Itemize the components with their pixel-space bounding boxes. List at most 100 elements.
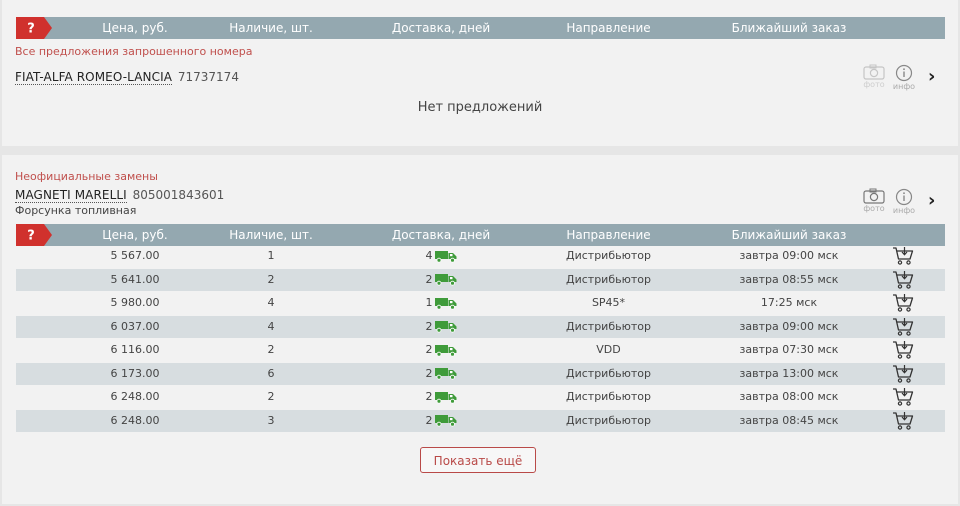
offer-stock: 4 bbox=[267, 319, 275, 333]
add-to-cart-icon[interactable] bbox=[892, 270, 914, 290]
part-title: MAGNETI MARELLI 805001843601 bbox=[15, 188, 224, 203]
offer-direction: Дистрибьютор bbox=[566, 272, 651, 286]
header-price[interactable]: Цена, руб. bbox=[80, 224, 190, 246]
offers-table-header: ? Цена, руб. Наличие, шт. Доставка, дней… bbox=[16, 224, 945, 246]
add-to-cart-icon[interactable] bbox=[892, 246, 914, 266]
offer-stock: 1 bbox=[267, 249, 275, 262]
header-stock[interactable]: Наличие, шт. bbox=[216, 17, 326, 39]
photo-action[interactable]: фото bbox=[861, 188, 887, 213]
offer-price: 6 037.00 bbox=[110, 319, 160, 333]
help-badge[interactable]: ? bbox=[16, 17, 52, 39]
delivery-days: 2 bbox=[425, 366, 433, 380]
add-to-cart-icon[interactable] bbox=[892, 317, 914, 337]
header-nearest-order[interactable]: Ближайший заказ bbox=[719, 224, 859, 246]
photo-label: фото bbox=[863, 80, 885, 89]
photo-label: фото bbox=[863, 204, 885, 213]
offer-price: 6 248.00 bbox=[110, 413, 160, 427]
offer-row[interactable]: 5 641.00 2 2 Дистрибьютор завтра 08:55 м… bbox=[16, 268, 945, 291]
offer-row[interactable]: 6 248.00 2 2 Дистрибьютор завтра 08:00 м… bbox=[16, 386, 945, 408]
offer-nearest-order: завтра 08:55 мск bbox=[739, 272, 839, 286]
add-to-cart-icon[interactable] bbox=[892, 340, 914, 360]
offer-price: 6 116.00 bbox=[110, 343, 160, 356]
offer-stock: 2 bbox=[267, 343, 275, 356]
truck-icon bbox=[434, 320, 457, 333]
camera-icon bbox=[861, 188, 887, 204]
svg-text:?: ? bbox=[27, 229, 35, 244]
add-to-cart-icon[interactable] bbox=[892, 364, 914, 384]
offer-price: 6 248.00 bbox=[110, 390, 160, 403]
header-nearest-order[interactable]: Ближайший заказ bbox=[719, 17, 859, 39]
offer-delivery: 4 bbox=[376, 245, 506, 267]
section-note: Неофициальные замены bbox=[15, 170, 158, 183]
info-action[interactable]: инфо bbox=[891, 64, 917, 91]
offer-nearest-order: 17:25 мск bbox=[760, 296, 818, 309]
offer-row[interactable]: 6 248.00 3 2 Дистрибьютор завтра 08:45 м… bbox=[16, 409, 945, 432]
delivery-days: 4 bbox=[425, 249, 433, 262]
offer-row[interactable]: 5 980.00 4 1 SP45* 17:25 мск bbox=[16, 292, 945, 314]
offer-stock: 3 bbox=[267, 413, 275, 427]
svg-text:?: ? bbox=[27, 22, 35, 37]
offers-table-header: ? Цена, руб. Наличие, шт. Доставка, дней… bbox=[16, 17, 945, 39]
truck-icon bbox=[434, 367, 457, 380]
photo-action: фото bbox=[861, 64, 887, 89]
show-more-button[interactable]: Показать ещё bbox=[420, 447, 536, 473]
header-delivery[interactable]: Доставка, дней bbox=[376, 224, 506, 246]
header-direction[interactable]: Направление bbox=[536, 224, 681, 246]
delivery-days: 2 bbox=[425, 390, 433, 403]
offer-direction: Дистрибьютор bbox=[566, 390, 651, 403]
add-to-cart-icon[interactable] bbox=[892, 411, 914, 431]
part-title: FIAT-ALFA ROMEO-LANCIA 71737174 bbox=[15, 70, 239, 85]
offer-nearest-order: завтра 13:00 мск bbox=[739, 366, 839, 380]
offer-direction: Дистрибьютор bbox=[566, 366, 651, 380]
truck-icon bbox=[434, 297, 457, 310]
offer-nearest-order: завтра 07:30 мск bbox=[739, 343, 839, 356]
empty-state: Нет предложений bbox=[417, 100, 543, 115]
help-badge[interactable]: ? bbox=[16, 224, 52, 246]
part-description: Форсунка топливная bbox=[15, 204, 137, 217]
offer-delivery: 2 bbox=[376, 410, 506, 432]
offer-delivery: 2 bbox=[376, 269, 506, 291]
add-to-cart-icon[interactable] bbox=[892, 387, 914, 407]
delivery-days: 2 bbox=[425, 413, 433, 427]
offer-direction: VDD bbox=[596, 343, 621, 356]
offer-stock: 6 bbox=[267, 366, 275, 380]
offer-direction: Дистрибьютор bbox=[566, 319, 651, 333]
header-price[interactable]: Цена, руб. bbox=[80, 17, 190, 39]
brand-link[interactable]: MAGNETI MARELLI bbox=[15, 188, 127, 203]
offer-price: 5 567.00 bbox=[110, 249, 160, 262]
offer-row[interactable]: 6 116.00 2 2 VDD завтра 07:30 мск bbox=[16, 339, 945, 361]
truck-icon bbox=[434, 250, 457, 263]
info-label: инфо bbox=[892, 206, 916, 215]
info-action[interactable]: инфо bbox=[891, 188, 917, 215]
offer-delivery: 2 bbox=[376, 386, 506, 408]
header-direction[interactable]: Направление bbox=[536, 17, 681, 39]
offer-delivery: 2 bbox=[376, 316, 506, 338]
requested-number-panel: ? Цена, руб. Наличие, шт. Доставка, дней… bbox=[2, 0, 958, 146]
offer-delivery: 1 bbox=[376, 292, 506, 314]
offer-row[interactable]: 5 567.00 1 4 Дистрибьютор завтра 09:00 м… bbox=[16, 245, 945, 267]
offer-stock: 2 bbox=[267, 390, 275, 403]
delivery-days: 1 bbox=[425, 296, 433, 309]
info-icon bbox=[891, 188, 917, 206]
info-label: инфо bbox=[892, 82, 916, 91]
add-to-cart-icon[interactable] bbox=[892, 293, 914, 313]
offer-row[interactable]: 6 037.00 4 2 Дистрибьютор завтра 09:00 м… bbox=[16, 315, 945, 338]
header-delivery[interactable]: Доставка, дней bbox=[376, 17, 506, 39]
brand-link[interactable]: FIAT-ALFA ROMEO-LANCIA bbox=[15, 70, 173, 85]
offer-row[interactable]: 6 173.00 6 2 Дистрибьютор завтра 13:00 м… bbox=[16, 362, 945, 385]
camera-icon bbox=[861, 64, 887, 80]
offer-price: 5 980.00 bbox=[110, 296, 160, 309]
delivery-days: 2 bbox=[425, 272, 433, 286]
replacements-panel: Неофициальные замены MAGNETI MARELLI 805… bbox=[2, 155, 958, 504]
chevron-right-icon[interactable]: › bbox=[928, 190, 935, 211]
delivery-days: 2 bbox=[425, 319, 433, 333]
truck-icon bbox=[434, 414, 457, 427]
offer-delivery: 2 bbox=[376, 363, 506, 385]
header-stock[interactable]: Наличие, шт. bbox=[216, 224, 326, 246]
offer-nearest-order: завтра 08:45 мск bbox=[739, 413, 839, 427]
offer-direction: Дистрибьютор bbox=[566, 413, 651, 427]
info-icon bbox=[891, 64, 917, 82]
truck-icon bbox=[434, 344, 457, 357]
offer-delivery: 2 bbox=[376, 339, 506, 361]
chevron-right-icon[interactable]: › bbox=[928, 66, 935, 87]
